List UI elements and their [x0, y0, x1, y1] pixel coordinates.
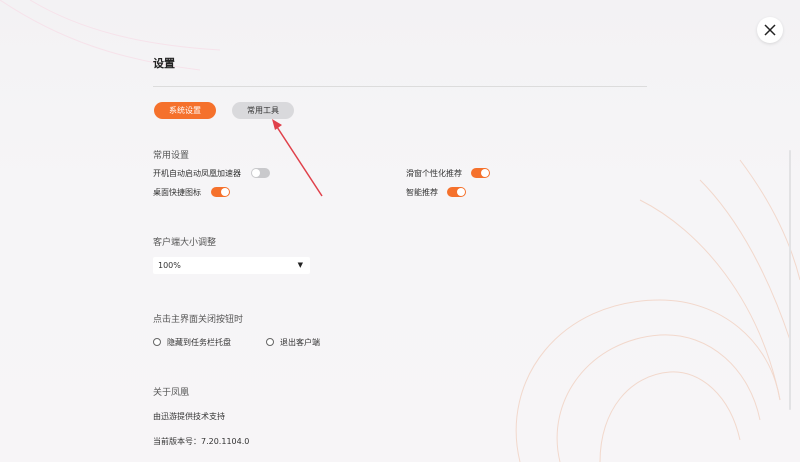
section-title-close-behavior: 点击主界面关闭按钮时 — [153, 315, 244, 325]
support-text: 由迅游提供技术支持 — [153, 412, 225, 421]
background-phoenix-art — [0, 0, 800, 462]
arrow-annotation-icon — [272, 119, 323, 197]
version-text: 当前版本号：7.20.1104.0 — [153, 437, 250, 446]
scrollbar[interactable] — [789, 150, 791, 410]
size-select[interactable]: 100% ▼ — [153, 257, 310, 274]
title-divider — [153, 86, 647, 87]
option-autostart-label: 开机自动启动凤凰加速器 — [153, 169, 241, 178]
option-desktop-shortcut-label: 桌面快捷图标 — [153, 188, 201, 197]
toggle-personalized[interactable] — [471, 168, 490, 178]
section-title-about: 关于凤凰 — [153, 388, 190, 398]
page-title: 设置 — [153, 57, 175, 70]
toggle-knob — [457, 188, 465, 196]
toggle-autostart[interactable] — [251, 168, 270, 178]
toggle-desktop-shortcut[interactable] — [211, 187, 230, 197]
caret-down-icon: ▼ — [297, 261, 303, 269]
tab-system-settings[interactable]: 系统设置 — [154, 102, 216, 119]
close-icon — [764, 24, 776, 36]
radio-exit-client-label: 退出客户端 — [280, 338, 320, 347]
toggle-smart-recommend[interactable] — [447, 187, 466, 197]
toggle-knob — [481, 169, 489, 177]
size-select-value: 100% — [158, 261, 181, 270]
radio-exit-client[interactable] — [266, 338, 274, 346]
tab-common-tools[interactable]: 常用工具 — [232, 102, 294, 119]
toggle-knob — [252, 169, 260, 177]
section-title-size: 客户端大小调整 — [153, 238, 217, 248]
option-smart-recommend-label: 智能推荐 — [406, 188, 438, 197]
close-button[interactable] — [757, 17, 783, 43]
option-personalized-label: 滑窗个性化推荐 — [406, 169, 462, 178]
section-title-common: 常用设置 — [153, 151, 190, 161]
radio-hide-to-tray-label: 隐藏到任务栏托盘 — [167, 338, 231, 347]
toggle-knob — [221, 188, 229, 196]
radio-hide-to-tray[interactable] — [153, 338, 161, 346]
